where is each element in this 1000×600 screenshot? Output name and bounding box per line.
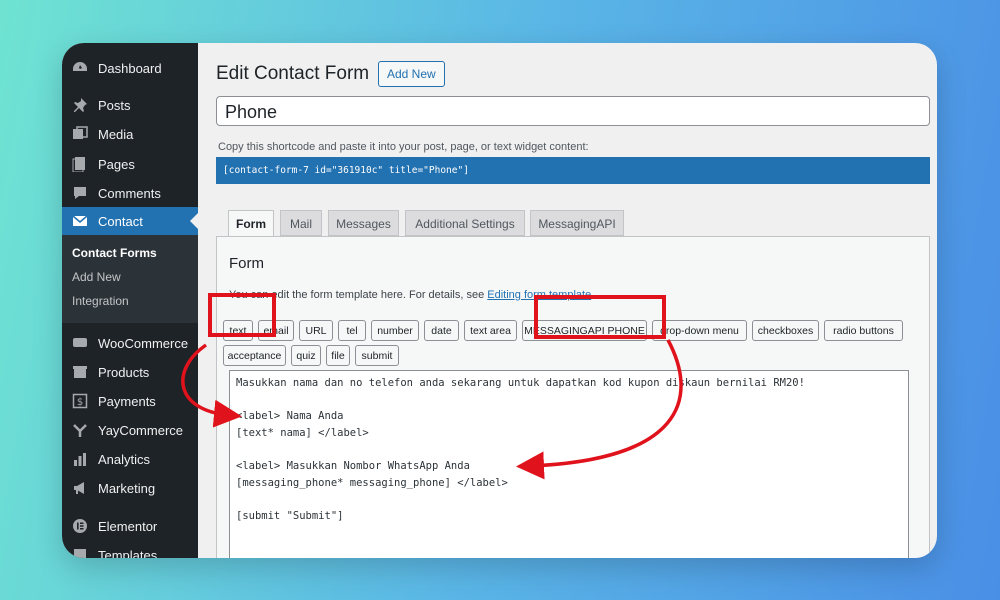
submenu-contact-forms[interactable]: Contact Forms: [72, 246, 157, 260]
sidebar-item-label: Elementor: [98, 518, 158, 534]
editor-line: <label> Masukkan Nombor WhatsApp Anda: [236, 460, 470, 472]
sidebar-item-label: Marketing: [98, 480, 156, 496]
editor-line: [messaging_phone* messaging_phone] </lab…: [236, 477, 508, 489]
sidebar-item-posts[interactable]: Posts: [62, 91, 198, 119]
shortcode-field[interactable]: [contact-form-7 id="361910c" title="Phon…: [216, 157, 930, 184]
form-title-input[interactable]: Phone: [216, 96, 930, 126]
editor-line: [text* nama] </label>: [236, 427, 369, 439]
products-icon: [70, 362, 90, 382]
sidebar-item-pages[interactable]: Pages: [62, 150, 198, 178]
sidebar-item-label: Analytics: [98, 451, 151, 467]
analytics-icon: [70, 449, 90, 469]
tag-button-file[interactable]: file: [326, 345, 350, 366]
tag-button-acceptance[interactable]: acceptance: [223, 345, 286, 366]
form-panel: Form You can edit the form template here…: [216, 236, 930, 558]
templates-icon: [70, 545, 90, 558]
sidebar-item-label: Comments: [98, 185, 161, 201]
highlight-messagingapi-button: [534, 295, 666, 339]
sidebar-item-label: Posts: [98, 97, 131, 113]
add-new-button[interactable]: Add New: [378, 61, 445, 87]
admin-sidebar: Dashboard Posts Media Pages Comments Con…: [62, 43, 198, 558]
editor-line: Masukkan nama dan no telefon anda sekara…: [236, 377, 805, 389]
sidebar-item-templates[interactable]: Templates: [62, 541, 198, 558]
sidebar-item-label: Templates: [98, 547, 158, 559]
editor-line: [submit "Submit"]: [236, 510, 344, 522]
sidebar-item-yaycommerce[interactable]: YayCommerce: [62, 416, 198, 444]
highlight-text-button: [208, 293, 276, 337]
contact-submenu: Contact Forms Add New Integration: [62, 235, 198, 323]
tag-button-drop-down-menu[interactable]: drop-down menu: [652, 320, 747, 341]
tag-button-checkboxes[interactable]: checkboxes: [752, 320, 819, 341]
sidebar-item-contact[interactable]: Contact: [62, 207, 198, 235]
editor-line: <label> Nama Anda: [236, 410, 344, 422]
tab-messages[interactable]: Messages: [328, 210, 399, 236]
sidebar-item-elementor[interactable]: Elementor: [62, 512, 198, 540]
sidebar-item-label: WooCommerce: [98, 335, 189, 351]
comments-icon: [70, 183, 90, 203]
sidebar-item-products[interactable]: Products: [62, 358, 198, 386]
media-icon: [70, 124, 90, 144]
sidebar-item-label: Pages: [98, 156, 135, 172]
dashboard-icon: [70, 58, 90, 78]
sidebar-item-media[interactable]: Media: [62, 120, 198, 148]
tag-button-text-area[interactable]: text area: [464, 320, 517, 341]
elementor-icon: [70, 516, 90, 536]
svg-text:$: $: [77, 397, 83, 408]
panel-title: Form: [229, 255, 264, 272]
woocommerce-icon: [70, 333, 90, 353]
submenu-integration[interactable]: Integration: [72, 294, 129, 308]
tag-button-quiz[interactable]: quiz: [291, 345, 321, 366]
tag-button-number[interactable]: number: [371, 320, 419, 341]
sidebar-item-label: Products: [98, 364, 150, 380]
megaphone-icon: [70, 478, 90, 498]
sidebar-item-label: Contact: [98, 213, 143, 229]
pin-icon: [70, 95, 90, 115]
sidebar-item-label: Media: [98, 126, 134, 142]
tag-button-date[interactable]: date: [424, 320, 459, 341]
sidebar-item-payments[interactable]: $ Payments: [62, 387, 198, 415]
tab-mail[interactable]: Mail: [280, 210, 322, 236]
payments-icon: $: [70, 391, 90, 411]
active-indicator: [190, 213, 198, 229]
submenu-add-new[interactable]: Add New: [72, 270, 121, 284]
sidebar-item-dashboard[interactable]: Dashboard: [62, 54, 198, 82]
sidebar-item-label: Payments: [98, 393, 156, 409]
form-template-editor[interactable]: Masukkan nama dan no telefon anda sekara…: [229, 370, 909, 558]
sidebar-item-comments[interactable]: Comments: [62, 179, 198, 207]
shortcode-hint: Copy this shortcode and paste it into yo…: [218, 141, 589, 153]
tag-button-submit[interactable]: submit: [355, 345, 399, 366]
app-window: Dashboard Posts Media Pages Comments Con…: [62, 43, 937, 558]
yaycommerce-icon: [70, 420, 90, 440]
sidebar-item-marketing[interactable]: Marketing: [62, 474, 198, 502]
mail-icon: [70, 211, 90, 231]
sidebar-item-woocommerce[interactable]: WooCommerce: [62, 329, 198, 357]
tag-button-tel[interactable]: tel: [338, 320, 366, 341]
tab-form[interactable]: Form: [228, 210, 274, 237]
tag-button-url[interactable]: URL: [299, 320, 333, 341]
pages-icon: [70, 154, 90, 174]
page-title: Edit Contact Form: [216, 63, 370, 84]
sidebar-item-label: YayCommerce: [98, 422, 184, 438]
tab-messagingapi[interactable]: MessagingAPI: [530, 210, 624, 236]
sidebar-item-label: Dashboard: [98, 60, 162, 76]
sidebar-item-analytics[interactable]: Analytics: [62, 445, 198, 473]
tag-button-radio-buttons[interactable]: radio buttons: [824, 320, 903, 341]
tab-additional-settings[interactable]: Additional Settings: [405, 210, 525, 236]
